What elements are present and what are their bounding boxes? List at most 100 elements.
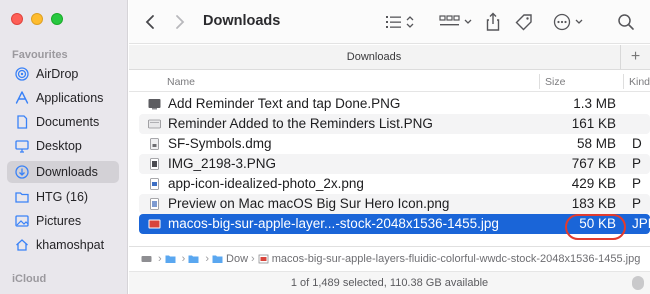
file-kind: D — [632, 136, 642, 151]
folder-icon — [15, 190, 29, 204]
chevron-right-icon: › — [158, 253, 162, 265]
file-size: 429 KB — [571, 176, 616, 191]
file-row[interactable]: Add Reminder Text and tap Done.PNG 1.3 M… — [139, 94, 650, 114]
file-size: 767 KB — [571, 156, 616, 171]
scrollbar-thumb[interactable] — [632, 276, 644, 290]
tag-icon — [515, 14, 532, 31]
sidebar-item-label: Desktop — [36, 139, 82, 153]
sidebar-item-home[interactable]: khamoshpat — [7, 234, 119, 256]
column-divider[interactable] — [623, 74, 624, 89]
screenshot-file-icon — [148, 99, 161, 110]
finder-window: Favourites AirDrop Applications Document… — [0, 0, 650, 294]
sidebar-item-htg[interactable]: HTG (16) — [7, 186, 119, 208]
sidebar-item-applications[interactable]: Applications — [7, 87, 119, 109]
file-row[interactable]: Preview on Mac macOS Big Sur Hero Icon.p… — [139, 194, 650, 214]
window-title: Downloads — [203, 13, 281, 29]
status-bar: 1 of 1,489 selected, 110.38 GB available — [129, 271, 650, 294]
toolbar: Downloads — [129, 0, 650, 44]
search-icon — [618, 14, 634, 30]
image-file-icon — [148, 119, 161, 129]
share-icon — [486, 12, 500, 31]
zoom-window-button[interactable] — [51, 13, 63, 25]
file-list: Add Reminder Text and tap Done.PNG 1.3 M… — [139, 94, 650, 234]
sidebar-item-label: Pictures — [36, 214, 82, 228]
image-file-icon — [258, 254, 269, 264]
file-size: 1.3 MB — [573, 96, 616, 111]
column-name-header[interactable]: Name — [167, 76, 195, 88]
file-size: 161 KB — [571, 116, 616, 131]
group-button[interactable] — [439, 11, 475, 33]
image-file-icon — [150, 178, 159, 190]
window-controls — [11, 13, 63, 25]
file-name: Reminder Added to the Reminders List.PNG — [168, 116, 433, 131]
column-divider[interactable] — [539, 74, 540, 89]
back-button[interactable] — [143, 11, 157, 33]
file-size: 183 KB — [571, 196, 616, 211]
file-name: IMG_2198-3.PNG — [168, 156, 277, 171]
sidebar-item-label: HTG (16) — [36, 190, 89, 204]
home-icon — [15, 238, 29, 252]
sidebar-item-pictures[interactable]: Pictures — [7, 210, 119, 232]
image-file-icon — [148, 219, 161, 229]
file-name: app-icon-idealized-photo_2x.png — [168, 176, 364, 191]
airdrop-icon — [15, 67, 29, 81]
chevron-right-icon: › — [181, 253, 186, 265]
file-kind: P — [632, 176, 642, 191]
downloads-icon — [15, 165, 29, 179]
tab-bar: Downloads + — [129, 45, 650, 70]
pictures-icon — [15, 214, 29, 228]
sidebar-item-documents[interactable]: Documents — [7, 111, 119, 133]
path-folder-downloads[interactable]: Dow — [226, 253, 248, 265]
file-name: Preview on Mac macOS Big Sur Hero Icon.p… — [168, 196, 450, 211]
list-view-icon — [386, 16, 414, 28]
share-button[interactable] — [485, 11, 501, 33]
file-name: SF-Symbols.dmg — [168, 136, 272, 151]
sidebar-item-airdrop[interactable]: AirDrop — [7, 63, 119, 85]
folder-icon[interactable] — [165, 254, 176, 264]
chevron-right-icon — [176, 15, 185, 29]
document-icon — [15, 115, 29, 129]
chevron-right-icon: › — [251, 253, 255, 265]
chevron-left-icon — [145, 15, 154, 29]
desktop-icon — [15, 139, 29, 153]
size-highlight-annotation — [565, 214, 626, 240]
view-options-button[interactable] — [385, 11, 417, 33]
sidebar-item-label: Applications — [36, 91, 104, 105]
forward-button[interactable] — [173, 11, 187, 33]
hard-disk-icon[interactable] — [141, 254, 152, 264]
file-row[interactable]: app-icon-idealized-photo_2x.png 429 KB P — [139, 174, 650, 194]
tags-button[interactable] — [514, 11, 534, 33]
path-file-name[interactable]: macos-big-sur-apple-layers-fluidic-color… — [272, 253, 641, 265]
ellipsis-circle-icon — [553, 13, 583, 31]
sidebar-item-downloads[interactable]: Downloads — [7, 161, 119, 183]
applications-icon — [15, 91, 29, 105]
search-button[interactable] — [617, 11, 635, 33]
file-kind: P — [632, 156, 642, 171]
minimize-window-button[interactable] — [31, 13, 43, 25]
file-row[interactable]: SF-Symbols.dmg 58 MB D — [139, 134, 650, 154]
file-name: macos-big-sur-apple-layer...-stock-2048x… — [168, 216, 499, 231]
disk-image-icon — [150, 138, 159, 150]
sidebar: Favourites AirDrop Applications Document… — [0, 0, 128, 294]
chevron-right-icon: › — [205, 253, 210, 265]
icloud-heading: iCloud — [12, 273, 47, 285]
new-tab-button[interactable]: + — [620, 45, 650, 69]
column-header: Name Size Kind — [129, 71, 650, 92]
folder-icon[interactable] — [212, 254, 223, 264]
path-bar: › › › Dow › macos-big-sur-apple-layers-f… — [129, 246, 650, 271]
sidebar-item-desktop[interactable]: Desktop — [7, 135, 119, 157]
file-row[interactable]: Reminder Added to the Reminders List.PNG… — [139, 114, 650, 134]
sidebar-item-label: Downloads — [36, 165, 98, 179]
close-window-button[interactable] — [11, 13, 23, 25]
column-size-header[interactable]: Size — [545, 76, 565, 88]
file-row[interactable]: IMG_2198-3.PNG 767 KB P — [139, 154, 650, 174]
folder-icon[interactable] — [188, 254, 199, 264]
file-size: 58 MB — [576, 136, 616, 151]
sidebar-item-label: Documents — [36, 115, 100, 129]
favourites-heading: Favourites — [12, 49, 68, 61]
tab-downloads[interactable]: Downloads — [129, 51, 619, 63]
file-kind: P — [632, 196, 642, 211]
more-actions-button[interactable] — [553, 11, 587, 33]
file-name: Add Reminder Text and tap Done.PNG — [168, 96, 401, 111]
column-kind-header[interactable]: Kind — [629, 76, 650, 88]
